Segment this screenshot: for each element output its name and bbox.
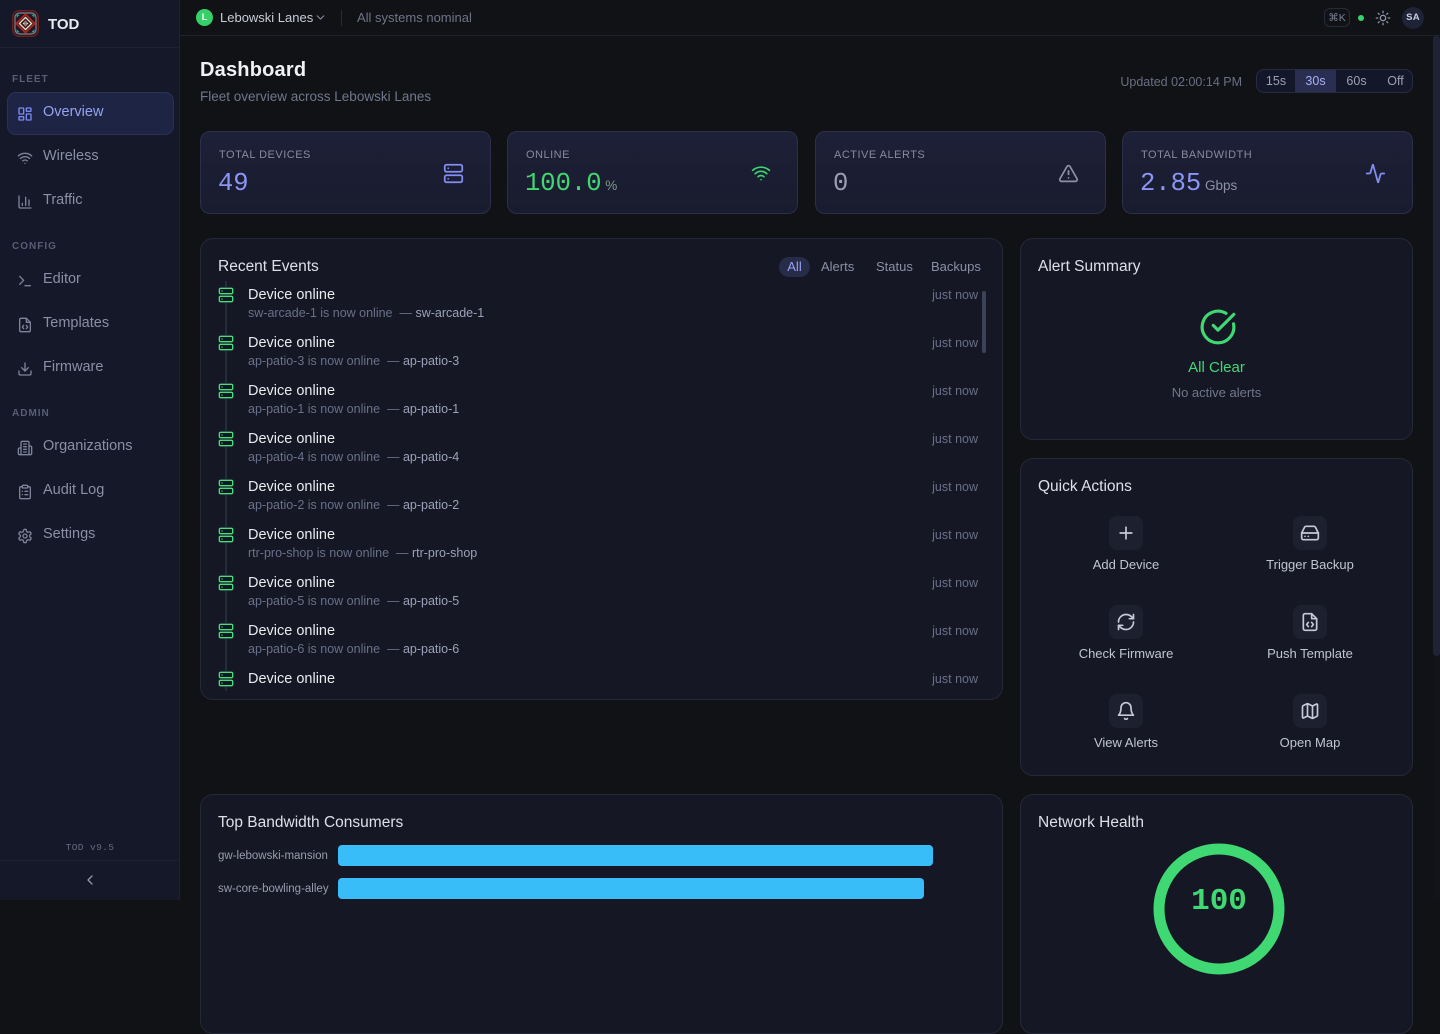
svg-text:100: 100 (1191, 884, 1247, 919)
